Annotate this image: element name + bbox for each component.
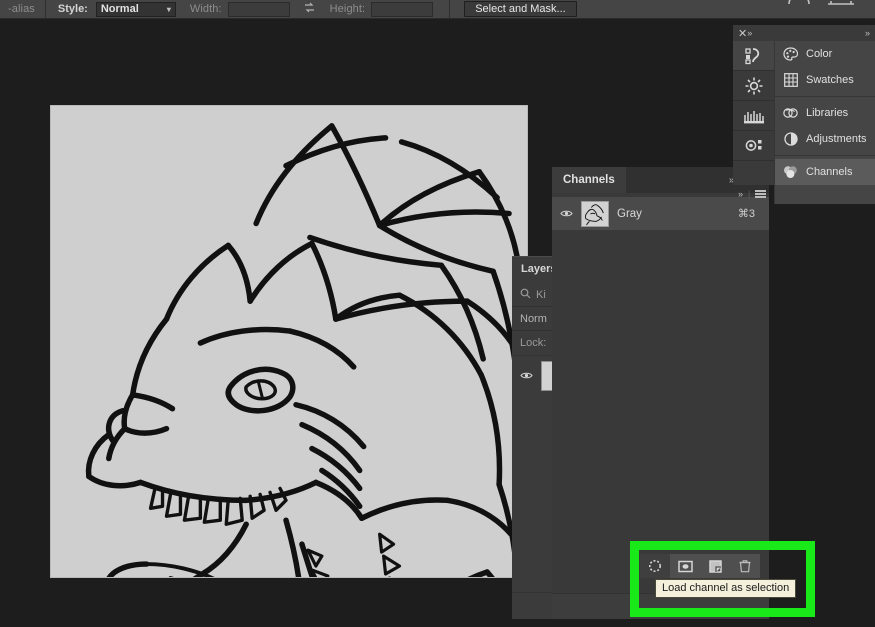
- cc-libraries-icon: [783, 106, 798, 121]
- antialias-label: -alias: [8, 3, 35, 15]
- channels-footer-toolbar[interactable]: [640, 554, 760, 578]
- dock-item-color[interactable]: Color: [775, 41, 875, 67]
- dock-panel-menu[interactable]: Color Swatches Libraries Adjustments Cha…: [774, 41, 875, 204]
- style-dropdown-value: Normal: [100, 3, 139, 15]
- width-label: Width:: [189, 3, 222, 15]
- select-and-mask-button[interactable]: Select and Mask...: [464, 1, 577, 17]
- trash-icon[interactable]: [730, 554, 760, 578]
- photoshop-window: -alias Style: Normal ▾ Width: Height: Se…: [0, 0, 875, 627]
- history-icon[interactable]: [733, 41, 774, 71]
- dock-expand-icon[interactable]: »: [747, 28, 752, 38]
- top-right-stray-icons: [786, 0, 875, 10]
- dock-rail-footer: » |: [733, 183, 774, 205]
- dock-menu-divider: [775, 96, 875, 97]
- channel-name: Gray: [617, 207, 642, 220]
- image-canvas[interactable]: [50, 105, 528, 578]
- search-icon: [520, 288, 531, 302]
- dock-item-channels[interactable]: Channels: [775, 159, 875, 185]
- eye-icon[interactable]: [560, 207, 573, 220]
- tab-channels[interactable]: Channels: [552, 167, 626, 193]
- layers-filter-value: Ki: [536, 288, 546, 301]
- brushes-icon[interactable]: [733, 101, 774, 131]
- color-palette-icon: [783, 47, 798, 62]
- chevron-down-icon: ▾: [166, 4, 171, 14]
- dock-item-label: Libraries: [806, 107, 849, 119]
- layers-blend-mode-value: Norm: [520, 312, 547, 325]
- properties-icon[interactable]: [733, 131, 774, 161]
- panel-menu-icon[interactable]: [755, 190, 767, 198]
- dock-item-label: Color: [806, 48, 833, 60]
- dock-item-swatches[interactable]: Swatches: [775, 67, 875, 93]
- tooltip: Load channel as selection: [655, 579, 797, 598]
- dock-item-libraries[interactable]: Libraries: [775, 100, 875, 126]
- width-input[interactable]: [227, 1, 290, 17]
- dock-item-label: Adjustments: [806, 133, 867, 145]
- save-selection-icon[interactable]: [670, 554, 700, 578]
- load-selection-icon[interactable]: [640, 554, 670, 578]
- right-dock[interactable]: ✕ » » » | Color Swatches Libraries Adjus…: [733, 19, 875, 209]
- adjustments-half-circle-icon: [783, 132, 798, 147]
- brush-settings-icon[interactable]: [733, 71, 774, 101]
- dock-item-adjustments[interactable]: Adjustments: [775, 126, 875, 152]
- channels-circles-icon: [783, 165, 798, 180]
- rail-divider: |: [748, 189, 751, 199]
- height-input[interactable]: [371, 1, 434, 17]
- swap-dimensions-icon[interactable]: [302, 1, 318, 17]
- dock-menu-divider-2: [775, 155, 875, 156]
- dock-item-label: Channels: [806, 166, 853, 178]
- dragon-line-art: [85, 123, 522, 577]
- document-area[interactable]: Layers Ki Norm Lock: Channels » Gray ⌘3 …: [0, 19, 875, 627]
- eye-icon[interactable]: [520, 369, 533, 382]
- channels-panel[interactable]: Channels » |: [552, 167, 769, 619]
- new-channel-icon[interactable]: [700, 554, 730, 578]
- dock-titlebar: ✕ » »: [733, 25, 875, 41]
- flat-bar-icon: [826, 0, 856, 10]
- dock-item-label: Swatches: [806, 74, 854, 86]
- style-dropdown[interactable]: Normal ▾: [95, 1, 176, 17]
- arc-icon: [786, 0, 812, 10]
- layers-lock-label: Lock:: [520, 337, 547, 349]
- dock-icon-rail: » |: [733, 41, 774, 199]
- toolbar-divider: [44, 0, 46, 19]
- channel-thumbnail: [581, 200, 609, 227]
- close-icon[interactable]: ✕: [738, 27, 747, 40]
- options-bar: -alias Style: Normal ▾ Width: Height: Se…: [0, 0, 875, 19]
- style-label: Style:: [57, 3, 88, 15]
- dock-collapse-icon[interactable]: »: [865, 28, 870, 38]
- height-label: Height:: [329, 3, 366, 15]
- swatches-grid-icon: [783, 73, 798, 88]
- toolbar-divider-2: [449, 0, 451, 19]
- chevron-double-right-icon[interactable]: »: [738, 189, 743, 199]
